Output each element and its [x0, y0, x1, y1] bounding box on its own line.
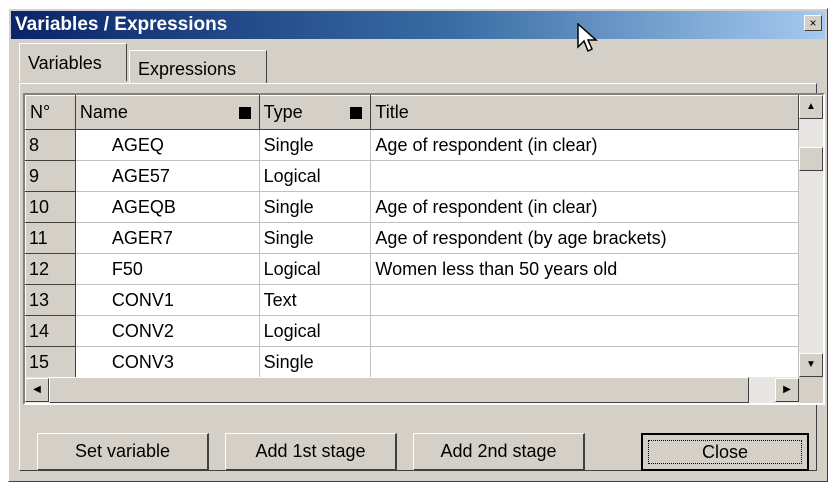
row-number[interactable]: 12	[25, 253, 76, 285]
header-label: Name	[79, 102, 128, 122]
variable-name[interactable]: AGEQ	[75, 129, 260, 161]
horizontal-scrollbar[interactable]: ◀ ▶	[25, 377, 799, 403]
set-variable-button[interactable]: Set variable	[37, 433, 209, 471]
title-bar[interactable]: Variables / Expressions ×	[11, 11, 825, 39]
row-number[interactable]: 13	[25, 284, 76, 316]
variable-type[interactable]: Logical	[259, 315, 372, 347]
row-number[interactable]: 15	[25, 346, 76, 377]
table-row[interactable]: 10 AGEQB Single Age of respondent (in cl…	[25, 191, 799, 223]
arrow-right-icon: ▶	[783, 384, 791, 395]
variables-expressions-dialog: Variables / Expressions × Variables Expr…	[8, 8, 828, 482]
button-label: Add 2nd stage	[440, 441, 557, 461]
scroll-right-button[interactable]: ▶	[775, 378, 799, 402]
variable-type[interactable]: Single	[259, 346, 372, 377]
variable-title[interactable]: Age of respondent (in clear)	[370, 191, 799, 223]
variables-table: N° Name Type Title 8 AGEQ Single Age of …	[25, 95, 799, 377]
variable-title[interactable]	[370, 315, 799, 347]
grid-viewport: N° Name Type Title 8 AGEQ Single Age of …	[25, 95, 799, 377]
row-number[interactable]: 8	[25, 129, 76, 161]
variable-title[interactable]: Age of respondent (by age brackets)	[370, 222, 799, 254]
variable-name[interactable]: CONV3	[75, 346, 260, 377]
variable-type[interactable]: Logical	[259, 160, 372, 192]
header-label: Type	[263, 102, 303, 122]
table-row[interactable]: 12 F50 Logical Women less than 50 years …	[25, 253, 799, 285]
variable-type[interactable]: Single	[259, 191, 372, 223]
arrow-left-icon: ◀	[33, 384, 41, 395]
column-header-number[interactable]: N°	[25, 95, 76, 130]
sort-icon[interactable]	[350, 107, 363, 119]
table-row[interactable]: 15 CONV3 Single	[25, 346, 799, 377]
scroll-up-button[interactable]: ▲	[799, 95, 823, 119]
vertical-scrollbar[interactable]: ▲ ▼	[799, 95, 823, 377]
row-number[interactable]: 11	[25, 222, 76, 254]
variable-title[interactable]: Women less than 50 years old	[370, 253, 799, 285]
table-row[interactable]: 9 AGE57 Logical	[25, 160, 799, 192]
variable-name[interactable]: AGER7	[75, 222, 260, 254]
variable-name[interactable]: CONV2	[75, 315, 260, 347]
scroll-left-button[interactable]: ◀	[25, 378, 49, 402]
title-close-button[interactable]: ×	[804, 15, 822, 31]
variable-title[interactable]: Age of respondent (in clear)	[370, 129, 799, 161]
row-number[interactable]: 10	[25, 191, 76, 223]
vertical-scroll-thumb[interactable]	[799, 147, 823, 171]
variable-type[interactable]: Single	[259, 129, 372, 161]
table-row[interactable]: 11 AGER7 Single Age of respondent (by ag…	[25, 222, 799, 254]
add-1st-stage-button[interactable]: Add 1st stage	[225, 433, 397, 471]
column-header-name[interactable]: Name	[74, 95, 260, 130]
variable-title[interactable]	[370, 160, 799, 192]
arrow-down-icon: ▼	[806, 359, 816, 370]
arrow-up-icon: ▲	[806, 101, 816, 112]
tab-expressions[interactable]: Expressions	[129, 50, 267, 83]
button-label: Set variable	[74, 441, 171, 461]
variable-name[interactable]: F50	[75, 253, 260, 285]
close-icon: ×	[809, 16, 817, 30]
focus-rectangle	[648, 440, 802, 464]
sort-icon[interactable]	[238, 107, 251, 119]
add-2nd-stage-button[interactable]: Add 2nd stage	[413, 433, 585, 471]
variable-type[interactable]: Text	[259, 284, 372, 316]
scrollbar-corner	[799, 377, 823, 403]
row-number[interactable]: 14	[25, 315, 76, 347]
variable-name[interactable]: CONV1	[75, 284, 260, 316]
header-label: N°	[30, 102, 51, 122]
window-title: Variables / Expressions	[15, 14, 228, 35]
close-button[interactable]: Close	[641, 433, 809, 471]
tab-variables[interactable]: Variables	[19, 43, 127, 81]
header-row: N° Name Type Title	[25, 95, 799, 130]
table-row[interactable]: 13 CONV1 Text	[25, 284, 799, 316]
table-row[interactable]: 14 CONV2 Logical	[25, 315, 799, 347]
variable-title[interactable]	[370, 346, 799, 377]
variable-name[interactable]: AGE57	[75, 160, 260, 192]
mouse-pointer-icon	[577, 22, 599, 58]
header-label: Title	[375, 102, 409, 122]
tab-label: Expressions	[138, 59, 237, 79]
column-header-type[interactable]: Type	[258, 95, 372, 130]
row-number[interactable]: 9	[25, 160, 76, 192]
variable-type[interactable]: Single	[259, 222, 372, 254]
variable-name[interactable]: AGEQB	[75, 191, 260, 223]
tab-label: Variables	[28, 53, 102, 73]
table-row[interactable]: 8 AGEQ Single Age of respondent (in clea…	[25, 129, 799, 161]
button-label: Add 1st stage	[255, 441, 366, 461]
column-header-title[interactable]: Title	[370, 95, 799, 130]
variable-type[interactable]: Logical	[259, 253, 372, 285]
horizontal-scroll-thumb[interactable]	[49, 377, 749, 403]
variables-grid: N° Name Type Title 8 AGEQ Single Age of …	[23, 93, 825, 405]
scroll-down-button[interactable]: ▼	[799, 353, 823, 377]
variable-title[interactable]	[370, 284, 799, 316]
